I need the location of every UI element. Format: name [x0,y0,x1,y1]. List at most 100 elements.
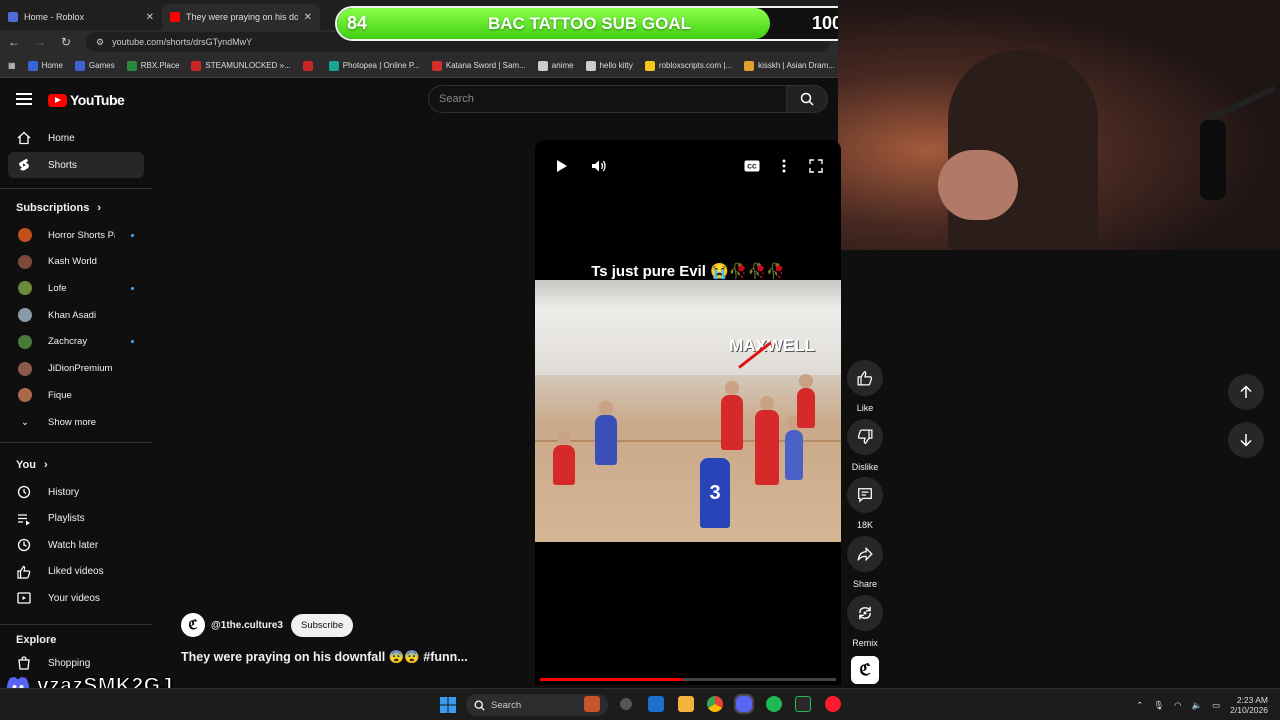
subscription-item[interactable]: JiDionPremium [8,356,144,382]
bookmark-favicon-icon [126,60,137,71]
bookmark-item[interactable]: anime [537,60,574,71]
youtube-logo[interactable]: YouTube [48,92,125,108]
bookmark-item[interactable]: robloxscripts.com |... [644,60,732,71]
fullscreen-icon[interactable] [808,158,824,174]
closed-captions-icon[interactable]: CC [744,158,760,174]
sidebar-item-your-videos[interactable]: Your videos [8,585,144,611]
hamburger-menu-icon[interactable] [16,93,32,105]
sidebar-item-home[interactable]: Home [8,125,144,151]
player-figure [797,374,815,428]
channel-avatar[interactable]: ℭ [181,613,205,637]
sidebar-item-liked-videos[interactable]: Liked videos [8,559,144,585]
search-input[interactable]: Search [428,85,786,113]
sidebar-item-label: Your videos [48,592,100,604]
bookmark-item[interactable]: Home [27,60,63,71]
bookmark-label: Games [88,61,115,70]
battery-icon[interactable]: ▭ [1212,700,1220,711]
video-progress-bar[interactable] [540,678,836,681]
clock[interactable]: 2:23 AM 2/10/2026 [1230,695,1268,715]
spotify-icon[interactable] [766,696,782,712]
speaker-icon[interactable]: 🔈 [1192,700,1203,711]
forward-icon[interactable]: → [34,35,46,49]
screen: Home - Roblox ✕ They were praying on his… [0,0,1280,720]
subscribe-button[interactable]: Subscribe [291,613,354,637]
chrome-icon[interactable] [707,696,723,712]
remix-button[interactable]: Remix [845,594,885,648]
app-icon[interactable] [620,698,632,710]
video-title[interactable]: They were praying on his downfall 😨😨 #fu… [181,650,468,665]
bookmark-item[interactable]: RBX.Place [126,60,179,71]
bookmark-item[interactable]: Games [74,60,115,71]
browser-tab-youtube[interactable]: They were praying on his downfall ✕ [162,4,320,30]
wifi-icon[interactable]: ◠ [1174,700,1181,711]
bookmark-label: STEAMUNLOCKED »... [205,61,291,70]
bookmark-item[interactable]: Photopea | Online P... [328,60,420,71]
play-icon[interactable] [554,158,570,174]
search-button[interactable] [786,85,828,113]
clock-date: 2/10/2026 [1230,705,1268,715]
discord-taskbar-icon[interactable] [734,694,754,714]
bookmark-item[interactable]: hello kitty [585,60,633,71]
bookmark-item[interactable] [302,60,317,71]
you-title: You [16,459,36,471]
bookmark-item[interactable]: Katana Sword | Sam... [431,60,526,71]
sub-goal-bar: 84 BAC TATTOO SUB GOAL 100 [335,6,854,41]
player-figure [785,416,803,480]
windows-taskbar: Search ⌃ 🎙 ◠ 🔈 ▭ 2:23 AM 2/10/2026 [0,688,1280,720]
dislike-button[interactable]: Dislike [845,418,885,472]
sidebar-item-playlists[interactable]: Playlists [8,506,144,532]
reload-icon[interactable]: ↻ [60,35,72,49]
subscription-item[interactable]: Kash World [8,249,144,275]
previous-short-button[interactable] [1228,374,1264,410]
subscription-item[interactable]: Horror Shorts Pa... [8,222,144,248]
app-icon[interactable] [795,696,811,712]
like-button[interactable]: Like [845,360,885,413]
comments-button[interactable]: 18K [845,477,885,530]
subscriptions-header[interactable]: Subscriptions › [16,202,101,214]
file-explorer-icon[interactable] [678,696,694,712]
sidebar-item-shopping[interactable]: Shopping [8,650,144,676]
channel-name[interactable]: @1the.culture3 [211,620,283,631]
video-progress-fill [540,678,683,681]
action-label: 18K [856,520,873,531]
bookmark-item[interactable]: STEAMUNLOCKED »... [191,60,291,71]
apps-grid-icon[interactable]: ▦ [8,61,16,70]
share-button[interactable]: Share [845,536,885,589]
widget-icon[interactable] [584,696,600,712]
action-label: Remix [852,637,878,648]
sidebar-item-label: Liked videos [48,566,104,578]
arrow-down-icon [1240,434,1252,447]
windows-start-icon[interactable] [440,697,456,718]
channel-avatar [18,228,32,242]
subscription-item[interactable]: Zachcray [8,329,144,355]
chevron-up-icon[interactable]: ⌃ [1136,700,1143,711]
next-short-button[interactable] [1228,422,1264,458]
browser-tab-roblox[interactable]: Home - Roblox ✕ [0,4,162,30]
sidebar-item-shorts[interactable]: Shorts [8,152,144,178]
opera-icon[interactable] [825,696,841,712]
liked-videos-icon [16,564,32,580]
close-tab-icon[interactable]: ✕ [146,12,154,23]
app-icon[interactable] [648,696,664,712]
shopping-icon [16,655,32,671]
show-more-button[interactable]: ⌄ Show more [8,409,144,435]
volume-icon[interactable] [591,158,607,174]
sidebar-item-history[interactable]: History [8,479,144,505]
tab-title: Home - Roblox [24,12,85,22]
you-header[interactable]: You › [16,459,48,471]
bookmark-favicon-icon [644,60,655,71]
close-tab-icon[interactable]: ✕ [304,12,312,23]
sidebar-divider [0,442,152,443]
shorts-player[interactable]: CC Ts just pure Evil 😭🥀🥀🥀 3 MAXWELL [535,140,841,685]
site-info-icon[interactable]: ⚙ [96,37,104,48]
subscription-item[interactable]: Khan Asadi [8,302,144,328]
subscription-item[interactable]: Lofe [8,275,144,301]
sidebar-item-watch-later[interactable]: Watch later [8,532,144,558]
back-icon[interactable]: ← [8,35,20,49]
subscription-item[interactable]: Fique [8,382,144,408]
channel-remix-avatar[interactable]: ℭ [845,656,885,684]
microphone-icon[interactable]: 🎙 [1153,700,1164,711]
bookmark-item[interactable]: kisskh | Asian Dram... [744,60,835,71]
more-options-icon[interactable] [776,158,792,174]
subscription-name: Kash World [48,256,97,268]
